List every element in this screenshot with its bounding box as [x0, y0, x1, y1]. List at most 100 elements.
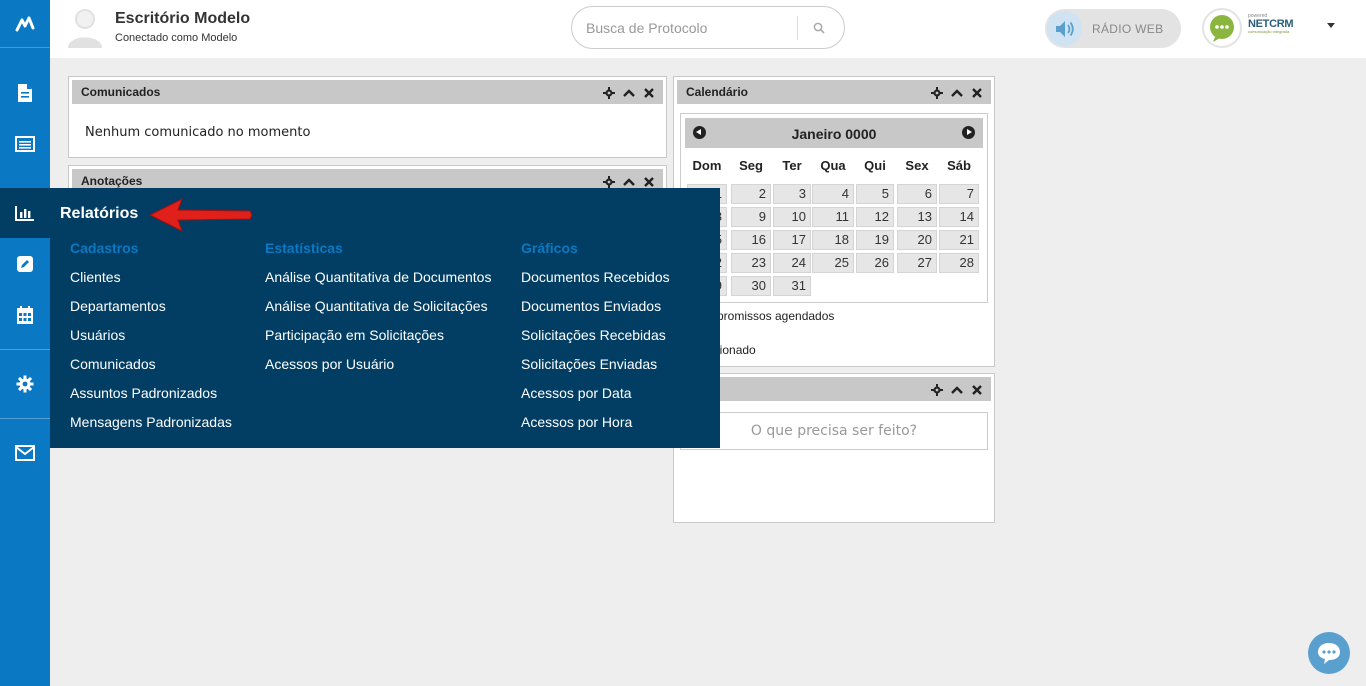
gear-icon[interactable]: [0, 372, 50, 396]
menu-link[interactable]: Acessos por Hora: [521, 414, 670, 443]
list-icon[interactable]: [0, 130, 50, 158]
menu-link[interactable]: Assuntos Padronizados: [70, 385, 232, 414]
document-icon[interactable]: [0, 78, 50, 108]
tarefas-widget: as: [673, 373, 995, 523]
menu-link[interactable]: Acessos por Data: [521, 385, 670, 414]
todo-input[interactable]: [680, 412, 988, 450]
menu-link[interactable]: Solicitações Enviadas: [521, 356, 670, 385]
top-header: Escritório Modelo Conectado como Modelo …: [50, 0, 1366, 58]
brand-text: powered NETCRM comunicação integrada: [1248, 14, 1294, 34]
brand-tag: comunicação integrada: [1248, 29, 1290, 34]
legend-scheduled: mpromissos agendados: [707, 309, 835, 323]
weekday-label: Sex: [905, 158, 929, 173]
calendario-widget: Calendário Janeiro 0000 Dom Seg Ter Qua Qui S…: [673, 76, 995, 367]
calendar-icon[interactable]: [0, 302, 50, 328]
calendar-day[interactable]: 16: [731, 230, 771, 250]
gear-icon[interactable]: [931, 383, 943, 396]
search-divider: [797, 16, 798, 40]
calendar-day[interactable]: 7: [939, 184, 979, 204]
menu-heading: Gráficos: [521, 240, 578, 256]
calendar-day[interactable]: 11: [812, 207, 854, 227]
calendar-day[interactable]: 24: [773, 253, 811, 273]
calendar-day[interactable]: 21: [939, 230, 979, 250]
avatar[interactable]: [66, 6, 104, 48]
calendar-day[interactable]: 17: [773, 230, 811, 250]
calendar-day[interactable]: 25: [812, 253, 854, 273]
collapse-icon[interactable]: [623, 175, 635, 187]
widget-title: Comunicados: [81, 85, 161, 99]
menu-link[interactable]: Departamentos: [70, 298, 232, 327]
next-month-icon[interactable]: [962, 126, 975, 139]
bar-chart-icon[interactable]: [0, 188, 50, 238]
menu-link[interactable]: Mensagens Padronizadas: [70, 414, 232, 443]
menu-heading: Cadastros: [70, 240, 139, 256]
widget-title: Calendário: [686, 85, 749, 99]
calendar-day[interactable]: 10: [773, 207, 811, 227]
close-icon[interactable]: [971, 383, 983, 395]
calendar-day[interactable]: 30: [731, 276, 771, 296]
menu-link[interactable]: Comunicados: [70, 356, 232, 385]
calendar-day[interactable]: 2: [731, 184, 771, 204]
menu-link[interactable]: Análise Quantitativa de Solicitações: [265, 298, 491, 327]
calendar-day[interactable]: 14: [939, 207, 979, 227]
collapse-icon[interactable]: [951, 86, 963, 98]
chevron-down-icon[interactable]: [1327, 23, 1335, 28]
calendar-day[interactable]: 19: [856, 230, 894, 250]
weekday-label: Ter: [782, 158, 802, 173]
menu-link[interactable]: Participação em Solicitações: [265, 327, 491, 356]
calendar-day[interactable]: 23: [731, 253, 771, 273]
menu-link[interactable]: Clientes: [70, 269, 232, 298]
menu-heading: Estatísticas: [265, 240, 343, 256]
menu-link[interactable]: Usuários: [70, 327, 232, 356]
collapse-icon[interactable]: [951, 383, 963, 395]
calendar: Janeiro 0000 Dom Seg Ter Qua Qui Sex Sáb 12 3456…: [680, 113, 988, 303]
calendar-day[interactable]: 12: [856, 207, 894, 227]
weekday-label: Qui: [864, 158, 886, 173]
logo-icon[interactable]: [0, 0, 50, 48]
calendar-day[interactable]: 20: [897, 230, 937, 250]
protocol-search: [571, 6, 845, 49]
calendar-day[interactable]: 3: [773, 184, 811, 204]
gear-icon[interactable]: [603, 86, 615, 99]
menu-link[interactable]: Documentos Recebidos: [521, 269, 670, 298]
edit-icon[interactable]: [0, 252, 50, 276]
menu-link[interactable]: Acessos por Usuário: [265, 356, 491, 385]
sidebar: [0, 0, 50, 686]
weekday-label: Seg: [739, 158, 763, 173]
collapse-icon[interactable]: [623, 86, 635, 98]
chat-button[interactable]: [1308, 632, 1350, 674]
radio-web-button[interactable]: RÁDIO WEB: [1045, 9, 1181, 48]
calendar-day[interactable]: 28: [939, 253, 979, 273]
search-input[interactable]: [586, 18, 786, 38]
gear-icon[interactable]: [603, 175, 615, 188]
org-title: Escritório Modelo: [115, 10, 251, 27]
calendar-day[interactable]: 26: [856, 253, 894, 273]
calendar-day[interactable]: 31: [773, 276, 811, 296]
calendar-day[interactable]: 18: [812, 230, 854, 250]
calendar-day[interactable]: 13: [897, 207, 937, 227]
mail-icon[interactable]: [0, 441, 50, 465]
weekday-label: Qua: [820, 158, 846, 173]
calendar-day[interactable]: 9: [731, 207, 771, 227]
menu-link[interactable]: Documentos Enviados: [521, 298, 670, 327]
connected-as: Conectado como Modelo: [115, 32, 238, 44]
close-icon[interactable]: [643, 86, 655, 98]
menu-link[interactable]: Solicitações Recebidas: [521, 327, 670, 356]
speaker-icon: [1047, 11, 1082, 46]
menu-column-estatisticas: Estatísticas Análise Quantitativa de Doc…: [265, 240, 491, 385]
calendar-day[interactable]: 27: [897, 253, 937, 273]
menu-link[interactable]: Análise Quantitativa de Documentos: [265, 269, 491, 298]
comunicados-widget: Comunicados Nenhum comunicado no momento: [68, 76, 667, 158]
calendar-day[interactable]: 4: [812, 184, 854, 204]
radio-web-label: RÁDIO WEB: [1092, 22, 1164, 36]
gear-icon[interactable]: [931, 86, 943, 99]
close-icon[interactable]: [643, 175, 655, 187]
search-icon[interactable]: [806, 18, 832, 38]
calendar-day[interactable]: 6: [897, 184, 937, 204]
close-icon[interactable]: [971, 86, 983, 98]
calendar-day[interactable]: 5: [856, 184, 894, 204]
widget-header: Calendário: [677, 80, 991, 104]
widget-header: as: [677, 377, 991, 401]
calendar-month: Janeiro 0000: [791, 126, 877, 142]
calendar-header: Janeiro 0000: [685, 118, 983, 148]
